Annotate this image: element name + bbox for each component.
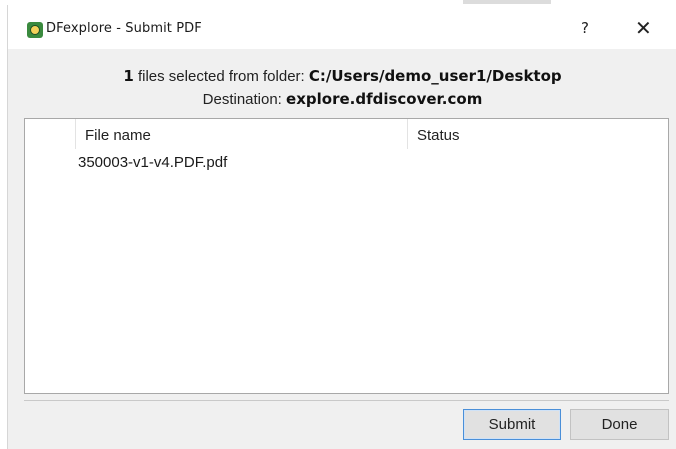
submit-pdf-dialog: DFexplore - Submit PDF ? ✕ 1 files selec… <box>7 5 676 449</box>
selection-text: files selected from folder: <box>133 68 309 85</box>
window-title: DFexplore - Submit PDF <box>46 21 202 36</box>
close-button[interactable]: ✕ <box>635 16 652 40</box>
header-separator <box>407 119 408 149</box>
table-header: File name Status <box>25 119 668 149</box>
button-divider <box>24 400 669 401</box>
destination-label: Destination: <box>202 91 287 108</box>
table-row[interactable]: 350003-v1-v4.PDF.pdf <box>25 153 668 175</box>
file-table[interactable]: File name Status 350003-v1-v4.PDF.pdf <box>24 118 669 394</box>
background-window-edge <box>463 0 551 4</box>
column-header-file-name[interactable]: File name <box>85 127 151 144</box>
dfexplore-app-icon <box>27 22 43 38</box>
destination-host: explore.dfdiscover.com <box>286 90 483 108</box>
selection-line: 1 files selected from folder: C:/Users/d… <box>8 65 676 88</box>
cell-file-name: 350003-v1-v4.PDF.pdf <box>78 154 228 171</box>
column-header-status[interactable]: Status <box>417 127 460 144</box>
help-button[interactable]: ? <box>581 19 589 37</box>
folder-path: C:/Users/demo_user1/Desktop <box>308 67 562 85</box>
selection-info: 1 files selected from folder: C:/Users/d… <box>8 65 676 111</box>
submit-button[interactable]: Submit <box>463 409 561 440</box>
header-separator <box>75 119 76 149</box>
title-bar[interactable]: DFexplore - Submit PDF ? ✕ <box>8 5 676 49</box>
destination-line: Destination: explore.dfdiscover.com <box>8 88 676 111</box>
done-button[interactable]: Done <box>570 409 669 440</box>
file-count: 1 <box>123 67 134 85</box>
